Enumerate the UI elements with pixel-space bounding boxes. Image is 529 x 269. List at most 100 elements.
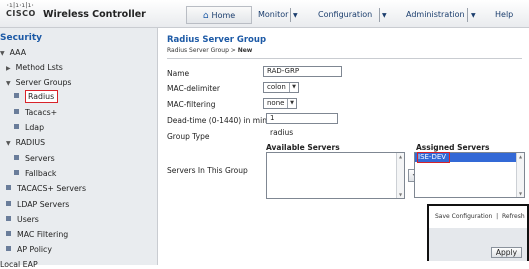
sidebar-item-method-lists[interactable]: ▶ Method Lsts [6,63,63,72]
popup-footer: Apply [429,228,527,261]
sidebar-item-radius[interactable]: Radius [14,90,59,103]
bullet-square-icon [14,155,19,160]
sidebar-item-label: Fallback [25,169,57,178]
sidebar-item-label: AP Policy [17,245,52,254]
nav-administration[interactable]: Administration [402,6,469,24]
breadcrumb: Radius Server Group > New [167,47,252,54]
nav-configuration[interactable]: Configuration [314,6,376,24]
name-input[interactable]: RAD-GRP [263,66,342,77]
sidebar-item-users[interactable]: Users [6,215,39,224]
sidebar-item-label: Method Lsts [15,63,63,72]
scrollbar[interactable]: ▲ ▼ [396,153,404,198]
mac-filtering-value: none [267,99,285,107]
scroll-up-icon[interactable]: ▲ [397,154,404,159]
bullet-square-icon [14,93,19,98]
servers-in-group-label: Servers In This Group [167,166,248,175]
configuration-dropdown-icon[interactable]: ▼ [382,6,387,24]
scrollbar[interactable]: ▲ ▼ [516,153,524,197]
sidebar-item-server-groups[interactable]: ▼ Server Groups [6,78,71,87]
sidebar-item-label: RADIUS [15,138,46,147]
cisco-logo-word: CISCO [6,9,36,18]
cisco-logo: ·ı|ı·ı|ı· CISCO [6,3,36,19]
mac-delimiter-label: MAC-delimiter [167,84,220,93]
bullet-square-icon [6,246,11,251]
toolbar-separator: | [496,213,499,220]
bullet-square-icon [14,170,19,175]
top-navigation-bar: ·ı|ı·ı|ı· CISCO Wireless Controller ⌂ Hom… [0,0,529,28]
mac-filtering-select[interactable]: none ▼ [263,98,297,109]
divider [167,58,522,59]
chevron-down-icon: ▼ [287,99,296,108]
sidebar-item-tacacs-servers[interactable]: TACACS+ Servers [6,184,86,193]
available-servers-list[interactable]: ▲ ▼ [266,152,405,199]
scroll-down-icon[interactable]: ▼ [517,191,524,196]
sidebar-item-tacacs[interactable]: Tacacs+ [14,108,57,117]
breadcrumb-prefix: Radius Server Group > [167,47,238,54]
sidebar-item-aaa[interactable]: ▼ AAA [0,48,26,57]
assigned-servers-list[interactable]: ISE-DEV ▲ ▼ [414,152,525,198]
nav-monitor-label: Monitor [258,10,289,19]
refresh-link[interactable]: Refresh [502,213,525,220]
sidebar-item-radius-section[interactable]: ▼ RADIUS [6,138,45,147]
nav-divider [467,8,468,22]
mac-filtering-label: MAC-filtering [167,100,216,109]
nav-configuration-label: Configuration [318,10,373,19]
sidebar: Security ▼ AAA ▶ Method Lsts ▼ Server Group… [0,28,158,269]
save-configuration-link[interactable]: Save Configuration [435,213,492,220]
bullet-square-icon [14,109,19,114]
sidebar-title: Security [0,33,43,43]
scroll-up-icon[interactable]: ▲ [517,154,524,159]
sidebar-item-label: Users [17,215,39,224]
bullet-square-icon [6,216,11,221]
assigned-servers-header: Assigned Servers [416,143,490,152]
sidebar-item-servers[interactable]: Servers [14,154,55,163]
nav-divider [379,8,380,22]
bullet-square-icon [6,185,11,190]
app-title: Wireless Controller [43,9,146,20]
mac-delimiter-value: colon [267,83,286,91]
monitor-dropdown-icon[interactable]: ▼ [293,6,298,24]
mac-delimiter-select[interactable]: colon ▼ [263,82,299,93]
caret-right-icon: ▶ [6,65,11,72]
nav-help[interactable]: Help [491,6,517,24]
nav-divider [290,8,291,22]
sidebar-item-label: Radius [25,90,59,103]
caret-down-icon: ▼ [6,140,11,147]
nav-home[interactable]: ⌂ Home [186,6,252,24]
sidebar-item-ldap[interactable]: Ldap [14,123,44,132]
sidebar-item-label: LDAP Servers [17,200,70,209]
apply-button[interactable]: Apply [491,247,522,258]
sidebar-item-label: MAC Filtering [17,230,69,239]
highlight-box [417,152,450,163]
nav-monitor[interactable]: Monitor [254,6,292,24]
sidebar-item-label: Servers [25,154,55,163]
name-label: Name [167,69,190,78]
sidebar-item-label: Server Groups [15,78,72,87]
home-icon: ⌂ [202,11,209,21]
sidebar-item-ap-policy[interactable]: AP Policy [6,245,52,254]
dead-time-input[interactable]: 1 [266,113,338,124]
administration-dropdown-icon[interactable]: ▼ [471,6,476,24]
sidebar-item-mac-filtering[interactable]: MAC Filtering [6,230,68,239]
sidebar-item-label: Tacacs+ [25,108,58,117]
sidebar-item-label: Ldap [25,123,45,132]
sidebar-item-ldap-servers[interactable]: LDAP Servers [6,200,69,209]
breadcrumb-current: New [237,47,253,54]
scroll-down-icon[interactable]: ▼ [397,192,404,197]
nav-administration-label: Administration [406,10,465,19]
available-servers-header: Available Servers [266,143,340,152]
bullet-square-icon [6,231,11,236]
nav-home-label: Home [211,11,236,20]
page-title: Radius Server Group [167,35,267,45]
caret-down-icon: ▼ [6,80,11,87]
sidebar-item-label: AAA [9,48,27,57]
nav-help-label: Help [495,10,514,19]
bullet-square-icon [14,124,19,129]
sidebar-item-fallback[interactable]: Fallback [14,169,56,178]
chevron-down-icon: ▼ [289,83,298,92]
popup-toolbar: Save Configuration | Refresh [429,206,527,228]
group-type-label: Group Type [167,132,210,141]
save-popup: Save Configuration | Refresh Apply [427,204,529,261]
group-type-value: radius [270,128,294,137]
bullet-square-icon [6,201,11,206]
